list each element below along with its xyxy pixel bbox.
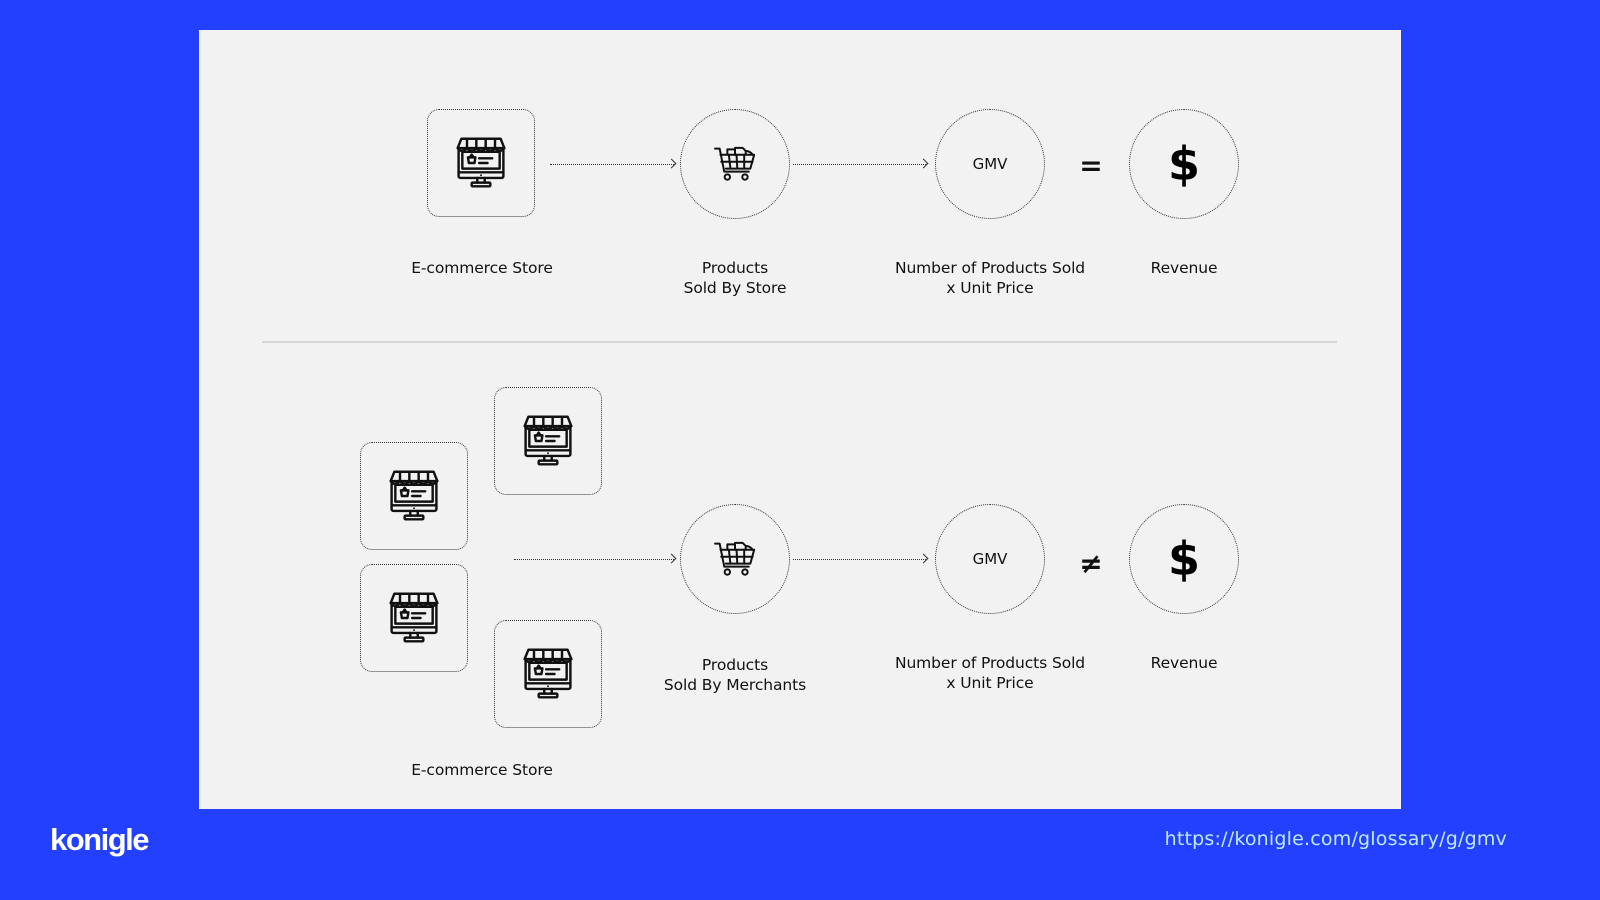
gmv-label: Number of Products Sold x Unit Price (895, 258, 1085, 298)
revenue-label: Revenue (1150, 654, 1218, 672)
products-sold-label-line2: Sold By Merchants (663, 676, 807, 694)
storefront-monitor-icon (386, 468, 442, 524)
ecommerce-store-label: E-commerce Store (411, 761, 553, 779)
flow-arrow (793, 164, 926, 165)
products-cart-circle (680, 109, 790, 219)
gmv-text: GMV (972, 155, 1008, 173)
merchant-store-box (360, 564, 468, 672)
storefront-monitor-icon (520, 646, 576, 702)
products-sold-label: Products Sold By Merchants (664, 655, 806, 695)
equals-sign: = (1079, 149, 1103, 182)
flow-arrow (793, 559, 926, 560)
dollar-icon: $ (1167, 532, 1200, 586)
merchant-store-box (360, 442, 468, 550)
diagram-panel: GMV = $ E-commerce Store Products Sold B… (199, 30, 1401, 809)
not-equal-sign: ≠ (1079, 547, 1103, 580)
storefront-monitor-icon (386, 590, 442, 646)
products-sold-label-line2: Sold By Store (683, 279, 787, 297)
merchant-store-box (494, 387, 602, 495)
section-divider (262, 341, 1337, 343)
gmv-circle: GMV (935, 504, 1045, 614)
revenue-label: Revenue (1150, 259, 1218, 277)
products-sold-label-line1: Products (701, 259, 769, 277)
dollar-icon: $ (1167, 137, 1200, 191)
shopping-cart-icon (712, 536, 758, 582)
ecommerce-store-label: E-commerce Store (411, 259, 553, 277)
gmv-label-line1: Number of Products Sold (894, 259, 1086, 277)
gmv-label: Number of Products Sold x Unit Price (895, 653, 1085, 693)
gmv-label-line1: Number of Products Sold (894, 654, 1086, 672)
storefront-monitor-icon (453, 135, 509, 191)
gmv-label-line2: x Unit Price (946, 279, 1034, 297)
gmv-label-line2: x Unit Price (946, 674, 1034, 692)
storefront-monitor-icon (520, 413, 576, 469)
source-url-link[interactable]: https://konigle.com/glossary/g/gmv (1165, 828, 1507, 850)
shopping-cart-icon (712, 141, 758, 187)
flow-arrow (514, 559, 674, 560)
products-sold-label: Products Sold By Store (684, 258, 787, 298)
flow-arrow (550, 164, 674, 165)
products-cart-circle (680, 504, 790, 614)
gmv-text: GMV (972, 550, 1008, 568)
products-sold-label-line1: Products (701, 656, 769, 674)
merchant-store-box (494, 620, 602, 728)
konigle-logo[interactable]: konigle (50, 822, 150, 858)
ecommerce-store-box (427, 109, 535, 217)
revenue-circle: $ (1129, 504, 1239, 614)
revenue-circle: $ (1129, 109, 1239, 219)
gmv-circle: GMV (935, 109, 1045, 219)
